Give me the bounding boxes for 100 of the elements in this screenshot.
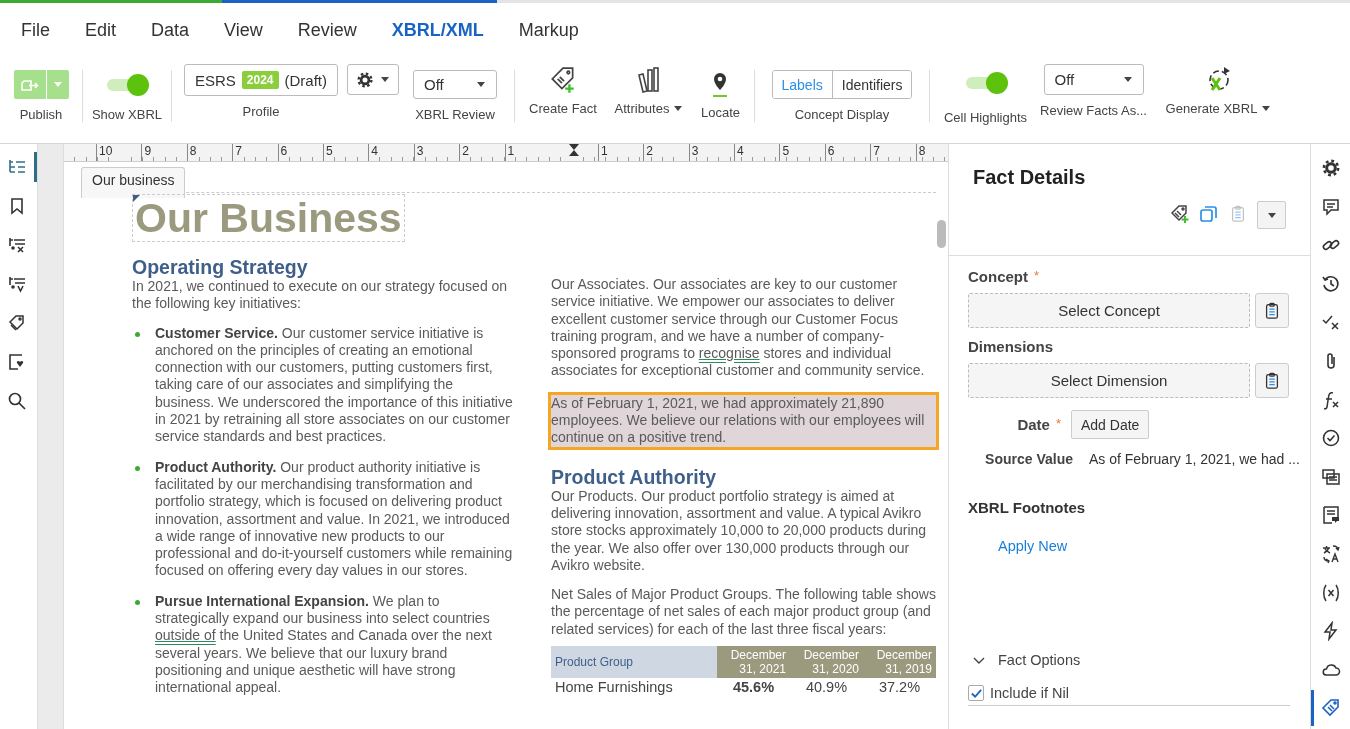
checkbox[interactable] xyxy=(968,685,984,701)
locate-button[interactable]: Locate xyxy=(700,71,740,120)
section-tab[interactable]: Our business xyxy=(81,167,186,198)
ruler-number: 4 xyxy=(734,144,780,161)
menu-tab[interactable]: Review xyxy=(288,20,366,41)
column-header: December 31, 2021 xyxy=(717,646,790,679)
create-fact-button[interactable]: Create Fact xyxy=(529,65,597,116)
translate-icon xyxy=(1321,543,1341,564)
toolbar-label: Profile xyxy=(242,104,280,119)
indent-marker-icon xyxy=(568,144,579,156)
ruler-number: 7 xyxy=(870,144,916,161)
body-paragraph: Our Associates. Our associates are key to our customer service initiative. We empower our associates to deliver excellent customer service through our Customer Focus training program, and we have a number of company-sponsored programs to recognise stores and individual associates for exceptional customer and community service. xyxy=(551,276,926,380)
segment-option[interactable]: Identifiers xyxy=(831,71,912,98)
toolbar-label: Concept Display xyxy=(794,107,890,122)
year-badge: 2024 xyxy=(241,71,279,89)
toolbar-label: XBRL Review xyxy=(415,107,495,122)
bullet-icon xyxy=(135,599,140,605)
check-circle-icon xyxy=(1321,428,1341,449)
caret-icon xyxy=(380,76,390,83)
required-mark: * xyxy=(1034,268,1040,283)
ruler-number: 6 xyxy=(277,144,323,161)
settings-dropdown[interactable] xyxy=(347,64,399,95)
body-paragraph: Our Products. Our product portfolio strategy is aimed at delivering innovation, assortment and value. A typical Avikro store stocks approximately 10,000 to 20,000 products during the year. We also offer over 130,000 products through our Avikro website. xyxy=(551,487,928,575)
ruler-number: 6 xyxy=(824,144,871,161)
select-dimension-button[interactable]: Select Dimension xyxy=(968,363,1250,398)
ruler-number: 8 xyxy=(915,144,948,161)
menu-tab[interactable]: Data xyxy=(142,20,199,41)
section-heading: Operating Strategy xyxy=(132,256,309,278)
underlined-word: outside of xyxy=(155,627,216,644)
filter-check-icon xyxy=(7,274,27,294)
toolbar-label: Cell Highlights xyxy=(943,110,1028,125)
tagged-fact-paragraph[interactable]: As of February 1, 2021, we had approximately 21,890 employees. We believe our relations with our employees will continue on a positive trend. xyxy=(548,391,939,450)
menu-tab[interactable]: File xyxy=(12,20,59,41)
caret-icon xyxy=(476,81,486,88)
note-icon xyxy=(1321,505,1341,526)
fact-options-toggle[interactable]: Fact Options xyxy=(968,652,1081,668)
menu-tab[interactable]: Edit xyxy=(76,20,126,41)
panel-title: Fact Details xyxy=(973,166,1087,189)
ruler-number: 3 xyxy=(688,144,735,161)
clipboard-icon xyxy=(1263,300,1281,321)
toolbar-label: Publish xyxy=(19,107,63,122)
ruler-number: 8 xyxy=(186,144,233,161)
tag-plus-icon xyxy=(1169,203,1189,224)
profile-selector[interactable]: ESRS 2024 (Draft) xyxy=(183,64,339,96)
bullet-text: Pursue International Expansion. We plan to strategically expand our business into select countries outside of the United States and Canada over the next several years. We believe that our luxury brand positioning and unique aesthetic will have strong international appeal. xyxy=(155,592,493,697)
table-cell: 37.2% xyxy=(863,678,936,698)
toolbar-label: Review Facts As... xyxy=(1040,103,1147,118)
checkmark-icon xyxy=(969,686,983,700)
ruler-number: 2 xyxy=(643,144,689,161)
bullet-text: Product Authority. Our product authority initiative is facilitated by our merchandising transformation and portfolio strategy, which is focused on delivering product innovation, assortment and value. In 2021, we introduced a wide range of innovative new products to our professional and do-it-yourself customers while remaining focused on offering every day values in our stores. xyxy=(155,458,514,580)
paste-button[interactable] xyxy=(1255,293,1289,328)
toggle-switch[interactable] xyxy=(105,73,149,96)
underlined-word: recognise xyxy=(698,345,760,362)
select-concept-button[interactable]: Select Concept xyxy=(968,293,1250,328)
toolbar-label: Show XBRL xyxy=(91,107,163,122)
bullet-icon xyxy=(135,465,140,471)
more-options-button[interactable] xyxy=(1257,201,1286,229)
generate-xbrl-button[interactable]: Generate XBRL xyxy=(1165,65,1272,116)
filter-x-icon xyxy=(7,235,27,255)
caret-icon xyxy=(52,81,63,88)
checkbox-label: Include if Nil xyxy=(990,685,1069,701)
document-title: Our Business xyxy=(132,194,405,242)
ruler-number: 5 xyxy=(322,144,369,161)
clipboard-icon xyxy=(1229,203,1247,224)
comment-icon xyxy=(1321,196,1341,217)
caret-icon xyxy=(1261,105,1272,112)
menu-tab[interactable]: XBRL/XML xyxy=(382,20,493,41)
caret-icon xyxy=(1122,76,1133,83)
body-paragraph: In 2021, we continued to execute on our strategy focused on the following key initiatives: xyxy=(132,278,509,313)
add-date-button[interactable]: Add Date xyxy=(1071,410,1150,439)
ruler-number: 2 xyxy=(459,144,505,161)
column-header: December 31, 2020 xyxy=(790,646,863,679)
apply-new-link[interactable]: Apply New xyxy=(998,538,1068,554)
messages-icon xyxy=(1321,466,1341,487)
required-mark: * xyxy=(1055,416,1061,431)
paste-button[interactable] xyxy=(1255,363,1289,398)
bullet-text: Customer Service. Our customer service initiative is anchored on the principles of creating an emotional connection with our customers, putting customers first, taking care of our associates and simplifying the business. We underscored the importance of this initiative in 2021 by retraining all store associates on our customer service standards and best practices. xyxy=(155,324,514,446)
bullet-icon xyxy=(135,331,140,337)
settings-icon xyxy=(1321,158,1341,178)
scrollbar-thumb[interactable] xyxy=(937,220,946,248)
field-label: Source Value xyxy=(984,451,1073,467)
ruler-number: 1 xyxy=(504,144,550,161)
settings-icon xyxy=(356,70,374,89)
xbrl-review-dropdown[interactable]: Off xyxy=(413,70,497,99)
field-label: Concept xyxy=(968,268,1028,285)
section-heading: Product Authority xyxy=(551,465,718,488)
history-icon xyxy=(1321,273,1341,294)
menu-tab[interactable]: View xyxy=(215,20,272,41)
menu-tab[interactable]: Markup xyxy=(509,20,588,41)
attributes-button[interactable]: Attributes xyxy=(614,65,684,116)
ruler-number: 9 xyxy=(141,144,187,161)
ruler-number: 10 xyxy=(96,144,142,161)
source-value-text: As of February 1, 2021, we had ... xyxy=(1089,451,1300,467)
ruler-number: 5 xyxy=(779,144,825,161)
table-cell: 40.9% xyxy=(790,678,863,698)
table-cell: 45.6% xyxy=(717,678,790,698)
clipboard-icon xyxy=(1263,370,1281,391)
ruler-number: 7 xyxy=(232,144,278,161)
column-header: Product Group xyxy=(551,646,717,679)
review-facts-dropdown[interactable]: Off xyxy=(1043,64,1144,95)
